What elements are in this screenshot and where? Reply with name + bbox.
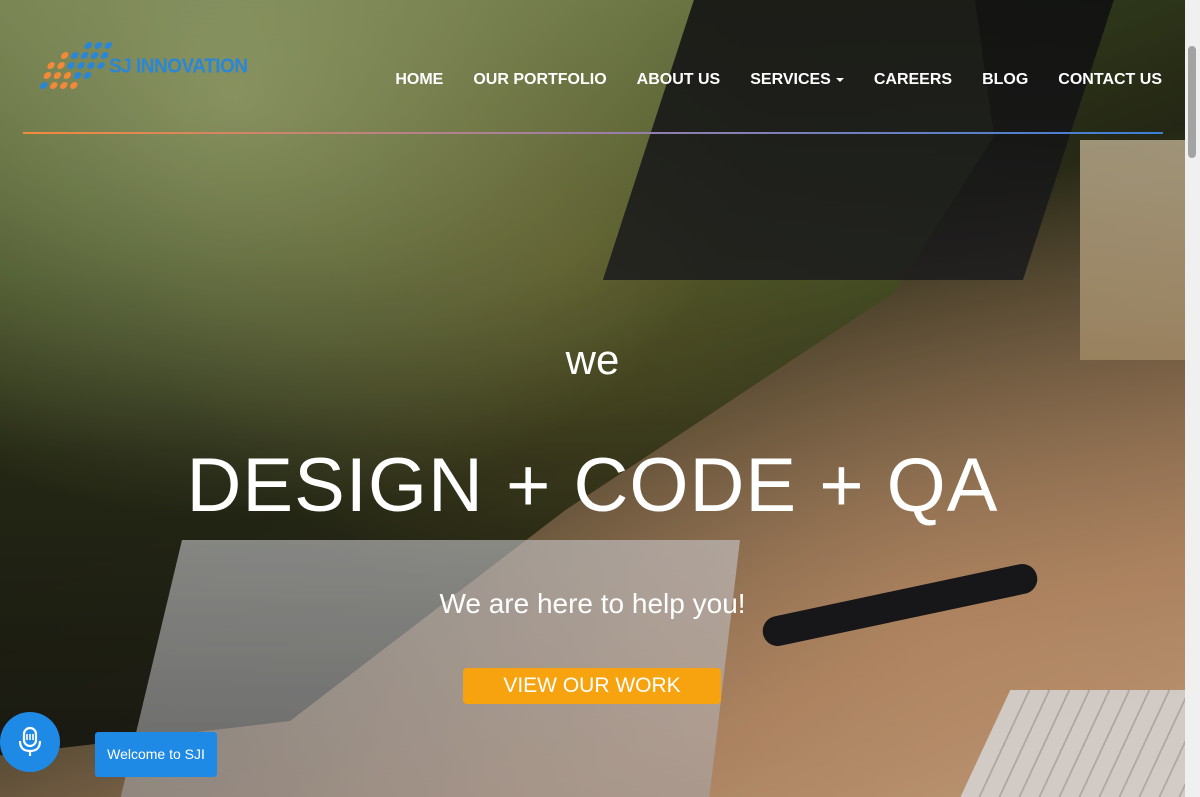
nav-blog[interactable]: BLOG [982, 71, 1028, 89]
nav-home[interactable]: HOME [395, 71, 443, 89]
brand-name: SJ INNOVATION [109, 55, 248, 78]
nav-services-label: SERVICES [750, 71, 831, 88]
main-nav: HOME OUR PORTFOLIO ABOUT US SERVICES CAR… [365, 71, 1162, 89]
nav-careers[interactable]: CAREERS [874, 71, 952, 89]
nav-home-label: HOME [395, 71, 444, 88]
nav-blog-label: BLOG [982, 71, 1029, 88]
nav-about-label: ABOUT US [636, 71, 721, 88]
hero-eyebrow: we [565, 336, 620, 383]
chat-welcome-badge[interactable]: Welcome to SJI [95, 732, 217, 777]
nav-contact-us[interactable]: CONTACT US [1058, 71, 1162, 89]
caret-down-icon [835, 77, 844, 82]
header-divider [23, 132, 1163, 134]
nav-services[interactable]: SERVICES [750, 71, 844, 89]
microphone-icon [18, 726, 42, 756]
page-scrollbar[interactable] [1185, 0, 1200, 797]
voice-assistant-button[interactable] [0, 712, 60, 772]
nav-careers-label: CAREERS [873, 71, 953, 88]
dot-grid-logo-icon [38, 42, 116, 92]
nav-portfolio-label: OUR PORTFOLIO [473, 71, 607, 88]
nav-about-us[interactable]: ABOUT US [637, 71, 721, 89]
nav-our-portfolio[interactable]: OUR PORTFOLIO [473, 71, 606, 89]
view-our-work-button[interactable]: VIEW OUR WORK [463, 668, 721, 704]
scrollbar-thumb[interactable] [1188, 46, 1196, 158]
hero-subtext: We are here to help you! [439, 588, 746, 619]
hero-headline: DESIGN + CODE + QA [186, 443, 999, 528]
nav-contact-label: CONTACT US [1058, 71, 1162, 88]
site-logo[interactable]: SJ INNOVATION [38, 42, 248, 92]
